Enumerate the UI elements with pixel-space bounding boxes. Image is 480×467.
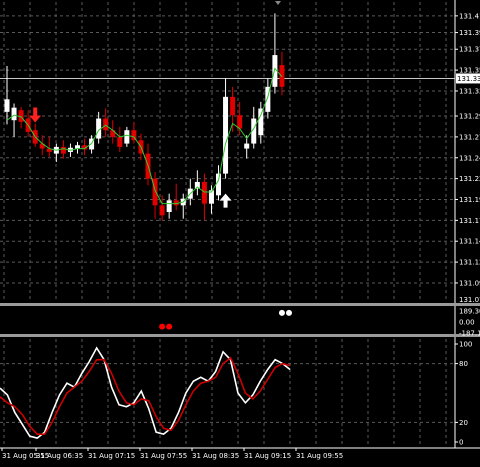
price-label: 131.27 — [459, 133, 480, 141]
candle-body — [237, 115, 243, 129]
time-label: 31 Aug 07:15 — [88, 452, 135, 460]
price-label: 131.12 — [459, 259, 480, 267]
chart-canvas[interactable]: 131.41 131.39 131.37 131.35 131.32 131.29 131.… — [0, 0, 480, 463]
candle-body — [201, 181, 207, 204]
time-label: 31 Aug 09:15 — [244, 452, 291, 460]
candle-body — [4, 99, 10, 112]
panel-separator — [0, 334, 480, 337]
price-label: 131.22 — [459, 175, 480, 183]
time-label: 31 Aug 07:55 — [140, 452, 187, 460]
grid — [0, 2, 455, 446]
indicator-label: 189.30 — [459, 308, 480, 316]
candle-body — [216, 173, 221, 196]
candle-body — [103, 118, 109, 131]
candle-body — [279, 65, 285, 87]
sell-arrow-icon — [29, 107, 42, 123]
moving-average-line — [6, 67, 283, 205]
stochastic-label: 100 — [459, 341, 472, 349]
candle-body — [258, 108, 264, 136]
price-label: 131.41 — [459, 12, 480, 20]
price-label: 131.35 — [459, 67, 480, 75]
current-price-label: 131.33 — [457, 75, 480, 83]
price-label: 131.29 — [459, 113, 480, 121]
candle-body — [166, 200, 172, 213]
candle-body — [11, 107, 17, 121]
candle-body — [60, 146, 66, 154]
signal-dot — [286, 309, 292, 316]
price-label: 131.17 — [459, 217, 480, 225]
signal-dot — [159, 323, 166, 330]
shift-marker-icon — [275, 1, 281, 5]
candle-body — [124, 130, 130, 144]
stochastic-label: 80 — [459, 360, 468, 368]
candle-body — [159, 205, 165, 216]
stochastic-label: 20 — [459, 419, 468, 427]
signal-dot — [166, 323, 173, 330]
time-label: 31 Aug 09:55 — [296, 452, 343, 460]
indicator-label: -187.14 — [459, 330, 480, 338]
price-label: 131.39 — [459, 29, 480, 37]
candle-body — [117, 136, 123, 147]
stochastic-label: 0 — [459, 439, 463, 447]
candle-body — [244, 143, 250, 149]
price-label: 131.14 — [459, 238, 480, 246]
time-label: 31 Aug 08:35 — [192, 452, 239, 460]
buy-arrow-icon — [219, 193, 232, 208]
price-label: 131.37 — [459, 46, 480, 54]
candle-body — [223, 96, 229, 174]
price-label: 131.09 — [459, 279, 480, 287]
panel-separator — [0, 303, 480, 306]
signal-dot — [278, 309, 285, 316]
price-label: 131.32 — [459, 87, 480, 95]
price-label: 131.24 — [459, 154, 480, 162]
candle-body — [230, 96, 236, 116]
time-label: 31 Aug 06:35 — [36, 452, 83, 460]
indicator-label: 0.00 — [459, 319, 475, 327]
candles — [4, 13, 285, 221]
trading-chart: 131.41 131.39 131.37 131.35 131.32 131.29 131.… — [0, 0, 480, 463]
price-label: 131.07 — [459, 296, 480, 304]
candle-body — [75, 145, 80, 149]
price-label: 131.19 — [459, 196, 480, 204]
